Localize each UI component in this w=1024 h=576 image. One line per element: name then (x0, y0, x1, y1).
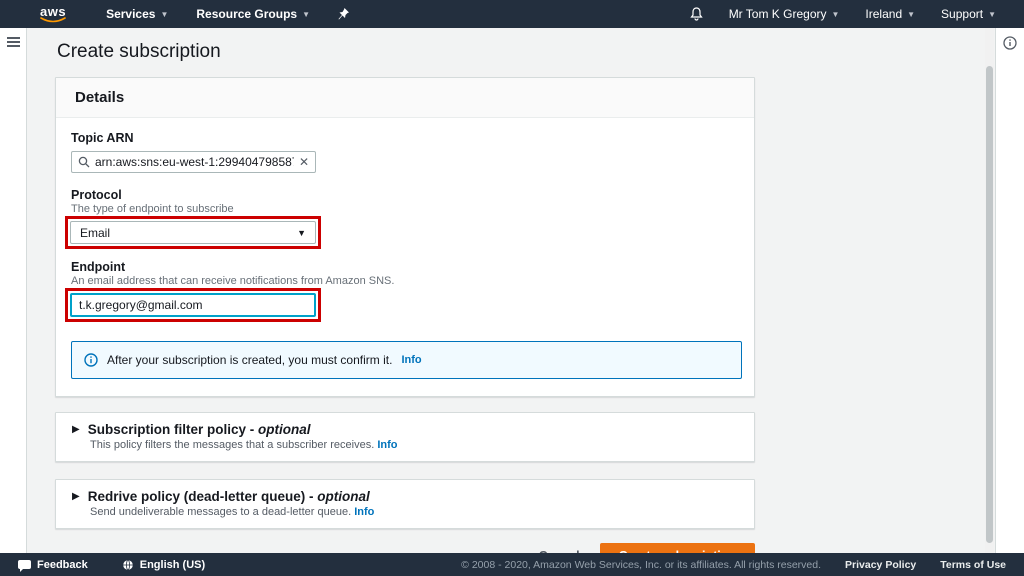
nav-services-label: Services (106, 7, 155, 21)
account-menu[interactable]: Mr Tom K Gregory ▼ (729, 7, 840, 21)
scrollbar-thumb[interactable] (986, 66, 993, 543)
filter-policy-section[interactable]: ▶ Subscription filter policy - optional … (55, 412, 755, 462)
protocol-select[interactable]: Email ▼ (70, 221, 316, 244)
top-navigation-bar: aws Services ▼ Resource Groups ▼ Mr Tom … (0, 0, 1024, 28)
redrive-policy-section[interactable]: ▶ Redrive policy (dead-letter queue) - o… (55, 479, 755, 529)
account-name: Mr Tom K Gregory (729, 7, 827, 21)
details-card: Details Topic ARN ✕ Protocol The type of… (55, 77, 755, 397)
pushpin-icon (338, 8, 349, 20)
topic-arn-field[interactable]: ✕ (71, 151, 316, 173)
chevron-down-icon: ▼ (302, 10, 310, 19)
chevron-down-icon: ▼ (907, 10, 915, 19)
content-area: Create subscription Details Topic ARN ✕ … (0, 28, 1024, 553)
feedback-bubble-icon (18, 560, 31, 569)
language-label: English (US) (140, 559, 205, 571)
alert-text: After your subscription is created, you … (107, 353, 392, 367)
protocol-annotation-box: Email ▼ (65, 216, 321, 249)
topic-arn-group: Topic ARN ✕ (71, 131, 739, 173)
endpoint-description: An email address that can receive notifi… (71, 275, 739, 287)
feedback-button[interactable]: Feedback (18, 559, 88, 571)
redrive-policy-optional: optional (317, 489, 370, 504)
topic-arn-label: Topic ARN (71, 131, 739, 145)
language-selector[interactable]: English (US) (122, 559, 205, 571)
aws-logo[interactable]: aws (40, 5, 66, 23)
chevron-down-icon: ▼ (297, 228, 306, 238)
filter-policy-description: This policy filters the messages that a … (90, 439, 377, 451)
nav-services-menu[interactable]: Services ▼ (106, 7, 168, 21)
topic-arn-input[interactable] (95, 155, 294, 169)
protocol-selected-value: Email (80, 226, 110, 240)
main-pane: Create subscription Details Topic ARN ✕ … (28, 28, 984, 553)
info-circle-icon (84, 353, 98, 367)
footer-bar: Feedback English (US) © 2008 - 2020, Ama… (0, 553, 1024, 576)
aws-logo-text: aws (40, 4, 66, 19)
vertical-scrollbar[interactable] (985, 28, 994, 553)
support-menu[interactable]: Support ▼ (941, 7, 996, 21)
expand-arrow-icon: ▶ (72, 491, 80, 502)
chevron-down-icon: ▼ (988, 10, 996, 19)
help-info-icon[interactable] (1003, 36, 1017, 50)
filter-policy-title: Subscription filter policy - (88, 422, 258, 437)
protocol-label: Protocol (71, 188, 739, 202)
copyright-text: © 2008 - 2020, Amazon Web Services, Inc.… (461, 559, 821, 571)
terms-of-use-link[interactable]: Terms of Use (940, 559, 1006, 571)
filter-policy-optional: optional (258, 422, 311, 437)
endpoint-group: Endpoint An email address that can recei… (71, 260, 739, 322)
search-icon (78, 156, 90, 168)
details-card-body: Topic ARN ✕ Protocol The type of endpoin… (56, 118, 754, 396)
nav-resource-groups-label: Resource Groups (196, 7, 297, 21)
feedback-label: Feedback (37, 559, 88, 571)
pin-icon[interactable] (338, 8, 349, 20)
details-card-header: Details (56, 78, 754, 118)
redrive-policy-description: Send undeliverable messages to a dead-le… (90, 506, 354, 518)
clear-icon[interactable]: ✕ (299, 156, 309, 168)
redrive-policy-title: Redrive policy (dead-letter queue) - (88, 489, 318, 504)
chevron-down-icon: ▼ (160, 10, 168, 19)
alert-info-link[interactable]: Info (401, 354, 421, 366)
filter-policy-info-link[interactable]: Info (377, 439, 397, 451)
privacy-policy-link[interactable]: Privacy Policy (845, 559, 916, 571)
confirmation-info-alert: After your subscription is created, you … (71, 341, 742, 379)
help-panel-strip (995, 28, 1024, 553)
region-name: Ireland (865, 7, 902, 21)
expand-arrow-icon: ▶ (72, 424, 80, 435)
support-label: Support (941, 7, 983, 21)
left-sidebar-strip (0, 28, 27, 553)
endpoint-label: Endpoint (71, 260, 739, 274)
redrive-policy-info-link[interactable]: Info (354, 506, 374, 518)
chevron-down-icon: ▼ (832, 10, 840, 19)
notifications-bell-icon[interactable] (690, 7, 703, 21)
nav-resource-groups-menu[interactable]: Resource Groups ▼ (196, 7, 310, 21)
region-menu[interactable]: Ireland ▼ (865, 7, 915, 21)
endpoint-input[interactable] (70, 293, 316, 317)
protocol-group: Protocol The type of endpoint to subscri… (71, 188, 739, 249)
globe-icon (122, 559, 134, 571)
page-title: Create subscription (57, 41, 984, 63)
protocol-description: The type of endpoint to subscribe (71, 203, 739, 215)
endpoint-annotation-box (65, 288, 321, 322)
hamburger-menu-icon[interactable] (7, 37, 20, 47)
